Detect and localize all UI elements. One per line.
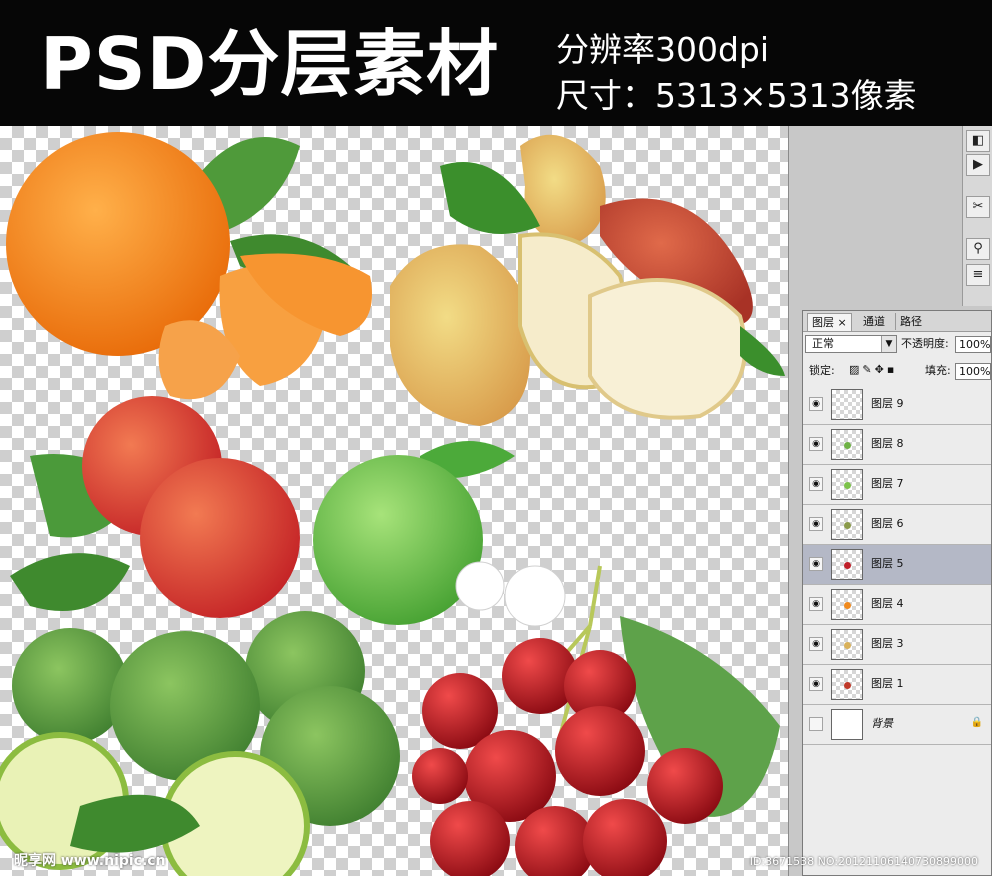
tab-paths[interactable]: 路径 [895,313,926,330]
close-icon[interactable]: × [838,316,847,329]
layer-name: 图层 9 [871,397,904,410]
layer-name: 图层 8 [871,437,904,450]
thumbnail-content [844,682,851,689]
layer-thumbnail [831,669,863,700]
thumbnail-content [844,562,851,569]
blend-mode-value: 正常 [812,337,834,350]
layer-row[interactable]: ◉ 图层 4 [803,585,991,625]
layer-thumbnail [831,469,863,500]
layer-name: 图层 5 [871,557,904,570]
layer-name: 图层 3 [871,637,904,650]
layer-thumbnail [831,429,863,460]
lock-paint-icon[interactable]: ✎ [862,363,874,376]
tab-channels[interactable]: 通道 [859,313,889,330]
chevron-down-icon: ▼ [881,336,896,352]
document-canvas[interactable]: 昵享网 www.nipic.cn [0,126,788,876]
banner-resolution: 分辨率300dpi [556,30,770,69]
layer-thumbnail [831,589,863,620]
fruit-artwork [0,132,785,876]
eye-visibility-icon[interactable]: ◉ [809,637,823,651]
layer-thumbnail [831,709,863,740]
actions-play-icon[interactable]: ▶ [966,154,990,176]
image-id-text: ID:3671538 NO:20121106140730899000 [749,855,978,868]
thumbnail-content [844,602,851,609]
banner-size: 尺寸：5313×5313像素 [556,76,917,115]
eye-visibility-icon[interactable] [809,717,823,731]
history-icon[interactable]: ◧ [966,130,990,152]
thumbnail-content [844,482,851,489]
thumbnail-content [844,442,851,449]
tool-presets-icon[interactable]: ✂ [966,196,990,218]
layer-name: 图层 4 [871,597,904,610]
blend-mode-select[interactable]: 正常 ▼ [805,335,897,353]
layer-name: 图层 6 [871,517,904,530]
eye-visibility-icon[interactable]: ◉ [809,437,823,451]
tool-strip: ◧ ▶ ✂ ⚲ ≡ [962,126,992,306]
eye-visibility-icon[interactable]: ◉ [809,517,823,531]
panel-tabs: 图层 × 通道 路径 [803,311,991,332]
tab-layers-label: 图层 [812,316,834,329]
lock-move-icon[interactable]: ✥ [875,363,887,376]
eye-visibility-icon[interactable]: ◉ [809,597,823,611]
thumbnail-content [844,522,851,529]
lock-icon: 🔒 [970,717,983,728]
layer-name: 图层 1 [871,677,904,690]
layer-row[interactable]: ◉ 图层 6 [803,505,991,545]
layer-row[interactable]: ◉ 图层 7 [803,465,991,505]
lock-icons: ▨✎✥▪ [849,363,897,376]
opacity-label: 不透明度: [901,337,949,350]
eye-visibility-icon[interactable]: ◉ [809,397,823,411]
layer-row[interactable]: ◉ 图层 5 [803,545,991,585]
lock-label: 锁定: [809,364,835,377]
layer-name: 背景 [871,717,893,730]
banner-title: PSD分层素材 [40,22,500,106]
layer-row[interactable]: ◉ 图层 1 [803,665,991,705]
layer-row[interactable]: 背景 🔒 [803,705,991,745]
layer-name: 图层 7 [871,477,904,490]
clone-source-icon[interactable]: ≡ [966,264,990,286]
layers-panel: 图层 × 通道 路径 正常 ▼ 不透明度: 100% 锁定: ▨✎✥▪ 填充: … [802,310,992,876]
opacity-field[interactable]: 100% [955,336,991,353]
eye-visibility-icon[interactable]: ◉ [809,677,823,691]
thumbnail-content [844,642,851,649]
lock-all-icon[interactable]: ▪ [887,363,897,376]
layer-thumbnail [831,509,863,540]
layer-thumbnail [831,629,863,660]
tab-layers[interactable]: 图层 × [807,313,852,331]
fill-label: 填充: [925,364,951,377]
layer-row[interactable]: ◉ 图层 3 [803,625,991,665]
title-banner: PSD分层素材 分辨率300dpi 尺寸：5313×5313像素 [0,0,992,126]
brushes-icon[interactable]: ⚲ [966,238,990,260]
layer-thumbnail [831,549,863,580]
fill-field[interactable]: 100% [955,363,991,380]
layer-row[interactable]: ◉ 图层 9 [803,385,991,425]
lock-transparent-icon[interactable]: ▨ [849,363,862,376]
layer-row[interactable]: ◉ 图层 8 [803,425,991,465]
eye-visibility-icon[interactable]: ◉ [809,557,823,571]
layer-thumbnail [831,389,863,420]
layer-list: ◉ 图层 9 ◉ 图层 8 ◉ 图层 7 ◉ 图层 6 ◉ 图层 5 ◉ 图层 4 ◉ 图层 3 ◉ 图层 1… [803,385,991,745]
site-watermark: 昵享网 www.nipic.cn [14,853,166,869]
eye-visibility-icon[interactable]: ◉ [809,477,823,491]
